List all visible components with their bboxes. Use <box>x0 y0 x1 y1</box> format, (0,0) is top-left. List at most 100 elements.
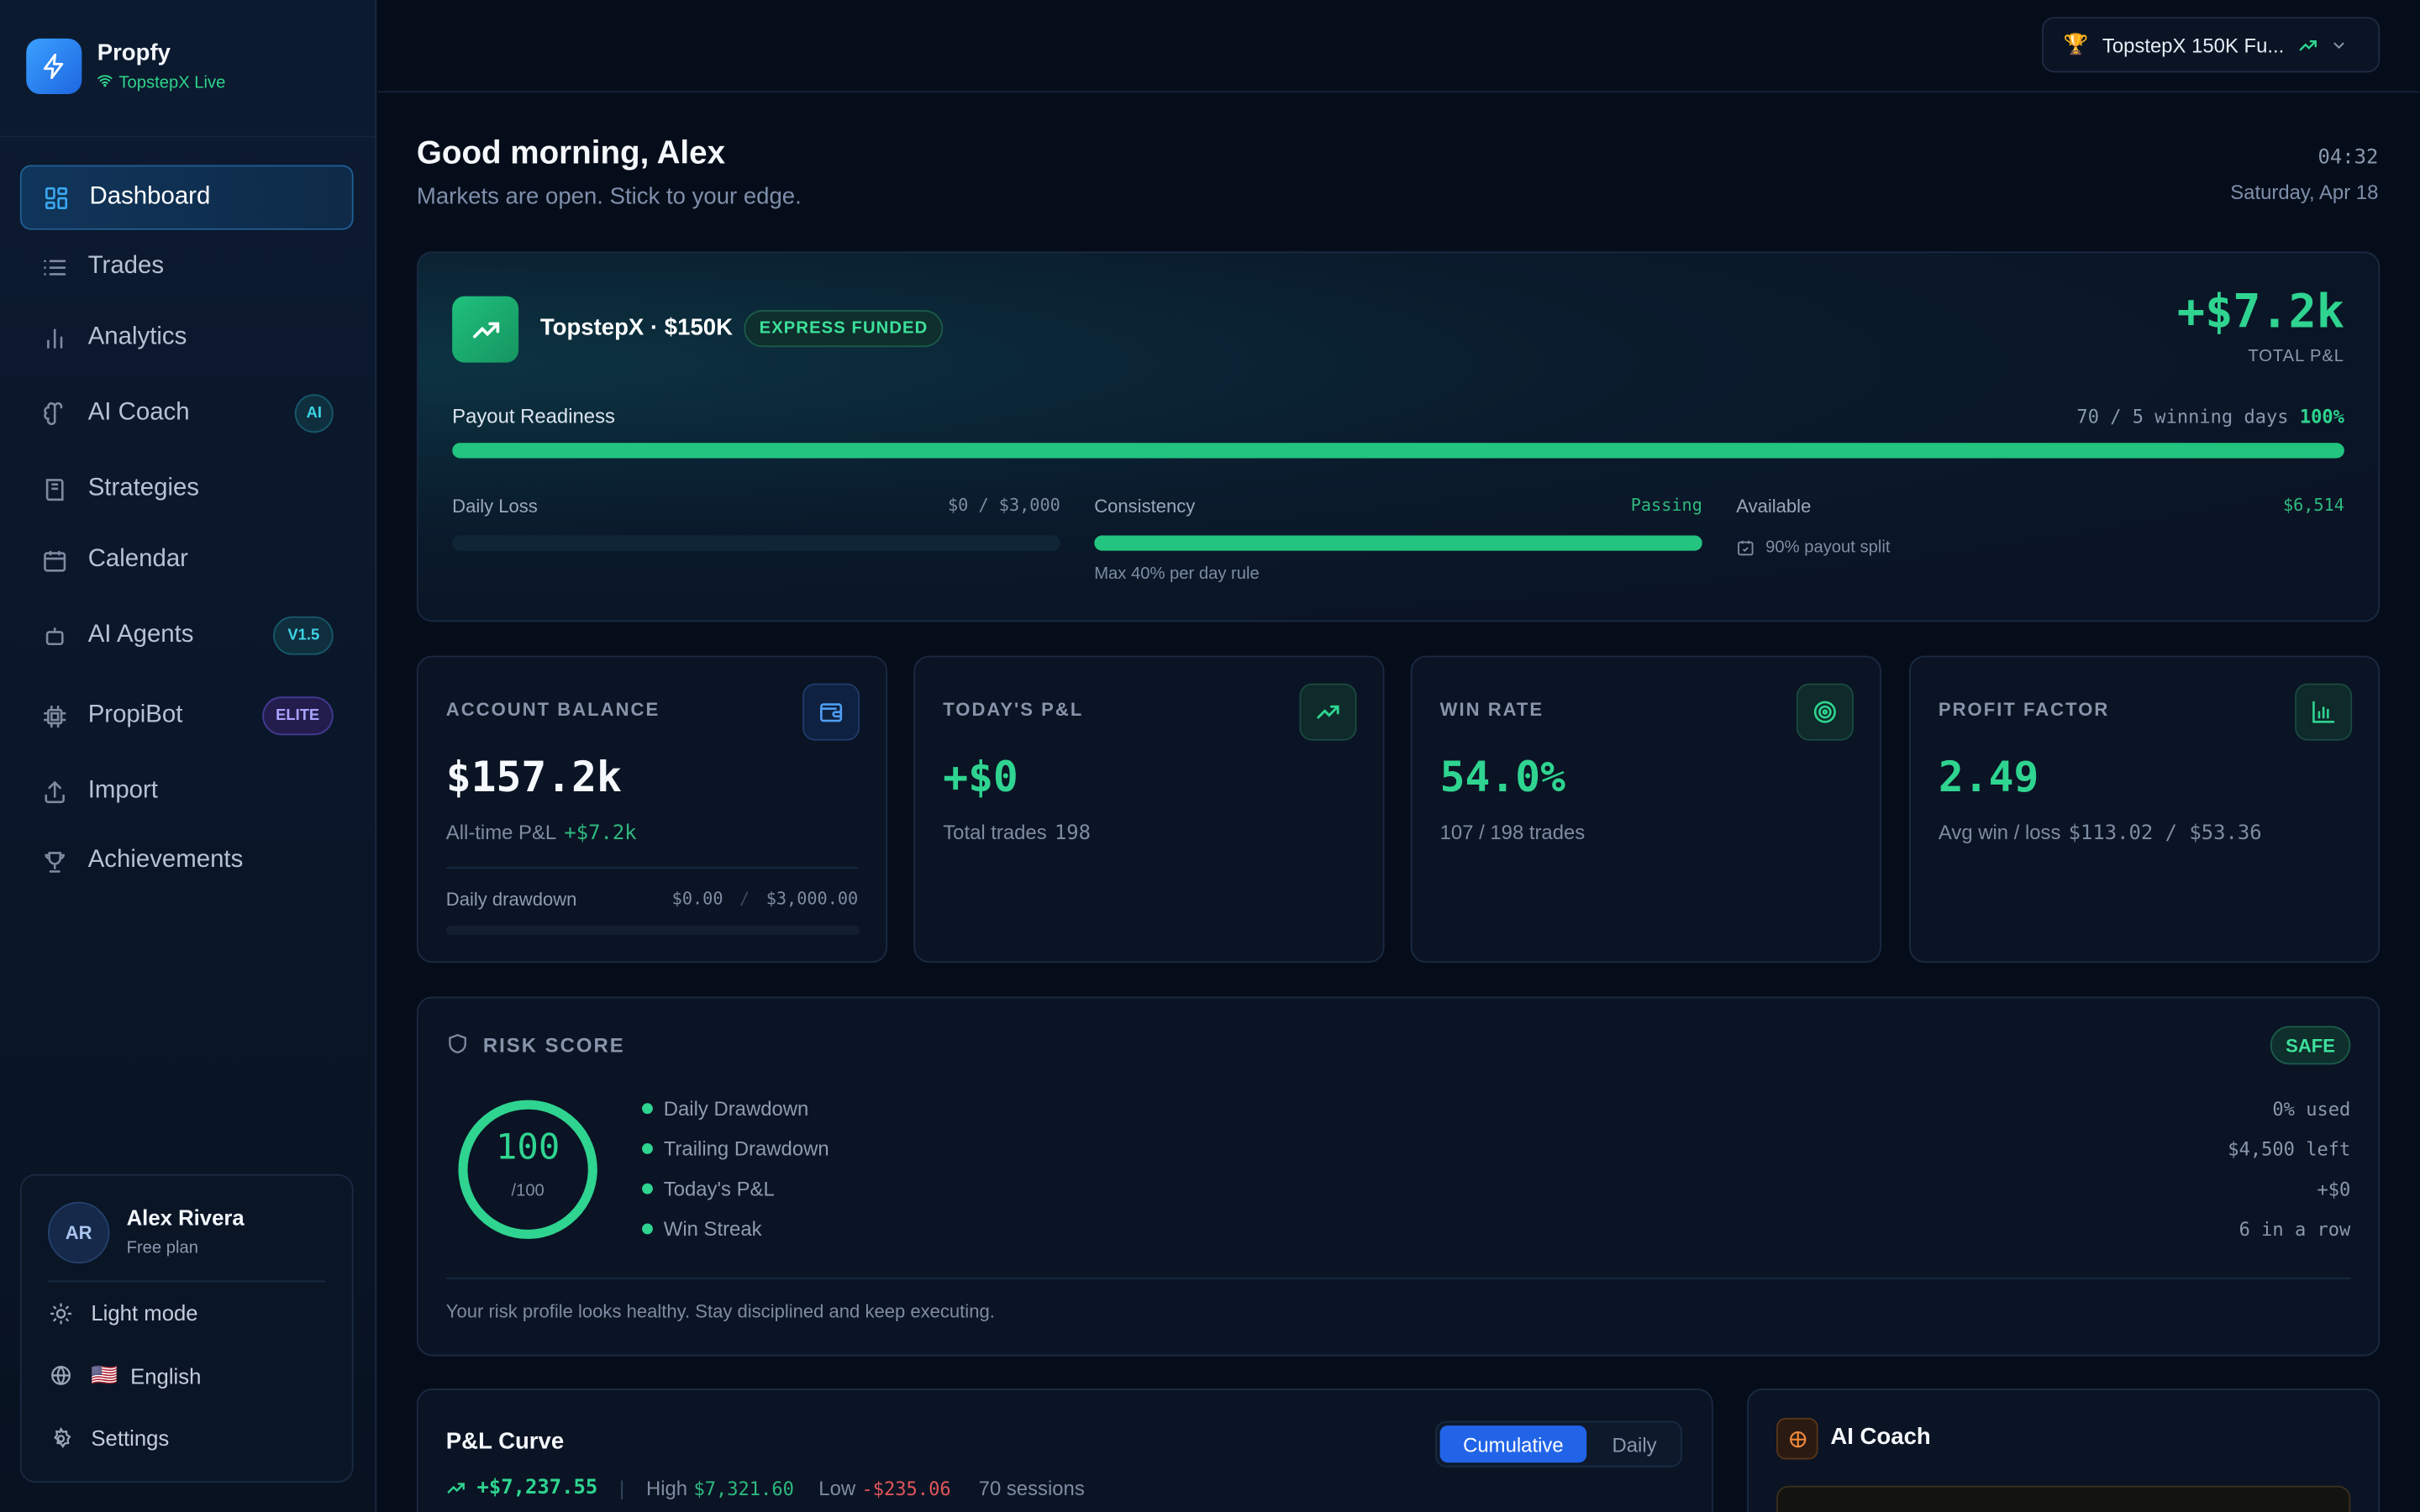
daily-loss-bar <box>452 535 1060 551</box>
consistency-status: Passing <box>1630 495 1702 516</box>
clock: 04:32 <box>2317 146 2379 171</box>
daily-loss-value: $0 / $3,000 <box>947 495 1060 516</box>
divider <box>0 135 376 138</box>
trophy-icon: 🏆 <box>2063 32 2089 56</box>
pnl-curve-card: P&L Curve Cumulative Daily +$7,237.55 | … <box>416 1389 1713 1512</box>
bar-chart-icon <box>2295 683 2353 741</box>
drawdown-value: $0.00 / $3,000.00 <box>672 889 859 909</box>
user-card: AR Alex Rivera Free plan Light mode 🇺🇸 E… <box>19 1173 354 1483</box>
risk-row-value: 6 in a row <box>2238 1218 2351 1241</box>
risk-score-max: /100 <box>511 1181 544 1200</box>
high-value: $7,321.60 <box>693 1477 794 1499</box>
settings-label: Settings <box>91 1425 170 1451</box>
drawdown-max: $3,000.00 <box>765 888 859 909</box>
risk-row-label: Today's P&L <box>663 1177 775 1200</box>
divider <box>445 867 859 869</box>
bar-chart-icon <box>40 324 68 352</box>
consistency-bar <box>1094 535 1702 551</box>
brand-name: Propfy <box>97 39 171 66</box>
risk-row-value: +$0 <box>2317 1179 2351 1200</box>
payout-progress-text: 70 / 5 winning days 100% <box>2076 406 2344 428</box>
stat-title: TODAY'S P&L <box>943 699 1084 721</box>
tab-cumulative[interactable]: Cumulative <box>1439 1425 1587 1463</box>
sidebar-item-ai-coach[interactable]: AI Coach AI <box>20 381 354 446</box>
account-selector-label: TopstepX 150K Fu... <box>2102 33 2285 57</box>
stat-subtitle: Total trades 198 <box>943 821 1091 845</box>
ai-coach-title: AI Coach <box>1830 1424 1931 1451</box>
sidebar-item-propibot[interactable]: PropiBot ELITE <box>20 684 354 748</box>
sidebar-item-strategies[interactable]: Strategies <box>20 457 354 522</box>
sidebar-item-label: Import <box>87 777 158 804</box>
book-icon <box>40 475 68 503</box>
drawdown-sep: / <box>739 888 750 909</box>
wifi-icon <box>97 72 113 92</box>
divider <box>445 1277 2351 1279</box>
payout-split-text: 90% payout split <box>1765 538 1891 558</box>
pnl-summary: +$7,237.55 | High $7,321.60 Low -$235.06… <box>446 1476 1085 1500</box>
calendar-check-icon <box>1736 538 1754 557</box>
risk-row-label: Win Streak <box>663 1217 762 1241</box>
ai-badge: AI <box>294 394 334 433</box>
risk-row-value: 0% used <box>2272 1098 2351 1121</box>
payout-split: 90% payout split <box>1736 538 1890 557</box>
list-icon <box>40 253 68 281</box>
risk-score-value: 100 <box>495 1127 560 1168</box>
brain-icon <box>1776 1417 1818 1460</box>
account-selector[interactable]: 🏆 TopstepX 150K Fu... <box>2041 17 2381 73</box>
robot-icon <box>40 622 68 649</box>
stat-sub-label: Avg win / loss <box>1938 821 2061 844</box>
dashboard-icon <box>42 184 70 212</box>
separator: | <box>619 1476 625 1500</box>
current-date: Saturday, Apr 18 <box>2230 180 2379 204</box>
theme-label: Light mode <box>91 1300 198 1326</box>
payout-percent: 100% <box>2299 406 2344 428</box>
stat-sub-label: Total trades <box>943 821 1047 844</box>
low-label: Low <box>818 1476 856 1500</box>
sidebar-item-dashboard[interactable]: Dashboard <box>19 165 354 230</box>
trending-up-icon <box>452 296 519 363</box>
sessions-count: 70 sessions <box>978 1476 1085 1500</box>
sidebar-item-label: AI Coach <box>87 399 190 426</box>
tab-daily[interactable]: Daily <box>1591 1425 1678 1462</box>
stat-subtitle: All-time P&L +$7.2k <box>446 821 637 845</box>
payout-readiness-bar <box>452 443 2344 459</box>
shield-icon <box>446 1032 470 1056</box>
sidebar-item-label: Achievements <box>87 847 244 874</box>
sidebar-item-trades[interactable]: Trades <box>20 234 354 299</box>
sidebar-item-import[interactable]: Import <box>20 759 354 824</box>
settings-button[interactable]: Settings <box>48 1425 169 1450</box>
risk-row: Win Streak <box>642 1217 762 1241</box>
stat-value: +$0 <box>943 754 1018 803</box>
stat-sub-label: All-time P&L <box>445 821 557 844</box>
total-pnl: +$7.2k <box>2176 285 2344 340</box>
low-value: -$235.06 <box>861 1477 951 1499</box>
stat-value: 54.0% <box>1439 754 1565 803</box>
language-select[interactable]: 🇺🇸 English <box>48 1362 201 1389</box>
sidebar-item-calendar[interactable]: Calendar <box>20 528 354 592</box>
theme-toggle[interactable]: Light mode <box>48 1300 198 1326</box>
sidebar-item-analytics[interactable]: Analytics <box>20 306 354 370</box>
risk-row-label: Daily Drawdown <box>663 1096 809 1121</box>
user-plan: Free plan <box>126 1238 198 1257</box>
risk-row-value: $4,500 left <box>2228 1138 2351 1161</box>
connection-status-text: TopstepX Live <box>118 73 226 92</box>
account-balance-card: ACCOUNT BALANCE $157.2k All-time P&L +$7.… <box>416 655 888 963</box>
connection-status: TopstepX Live <box>97 72 226 92</box>
sidebar-item-achievements[interactable]: Achievements <box>20 828 354 893</box>
elite-badge: ELITE <box>261 696 334 736</box>
chevron-down-icon <box>2330 36 2347 53</box>
avatar[interactable]: AR <box>47 1201 110 1264</box>
brain-icon <box>40 400 68 428</box>
risk-score-gauge <box>458 1100 597 1239</box>
version-badge: V1.5 <box>273 616 334 655</box>
sidebar-item-ai-agents[interactable]: AI Agents V1.5 <box>20 603 354 668</box>
ai-coach-card: AI Coach <box>1747 1389 2381 1512</box>
brand[interactable]: Propfy TopstepX Live <box>26 38 226 95</box>
win-rate-card: WIN RATE 54.0% 107 / 198 trades <box>1410 655 1881 963</box>
drawdown-used: $0.00 <box>671 888 723 909</box>
account-hero-card: TopstepX · $150K EXPRESS FUNDED +$7.2k T… <box>416 251 2381 622</box>
sidebar-item-label: AI Agents <box>87 622 194 648</box>
payout-readiness-label: Payout Readiness <box>452 404 615 428</box>
stat-title: ACCOUNT BALANCE <box>445 699 660 721</box>
stat-subtitle: Avg win / loss $113.02 / $53.36 <box>1939 821 2262 845</box>
